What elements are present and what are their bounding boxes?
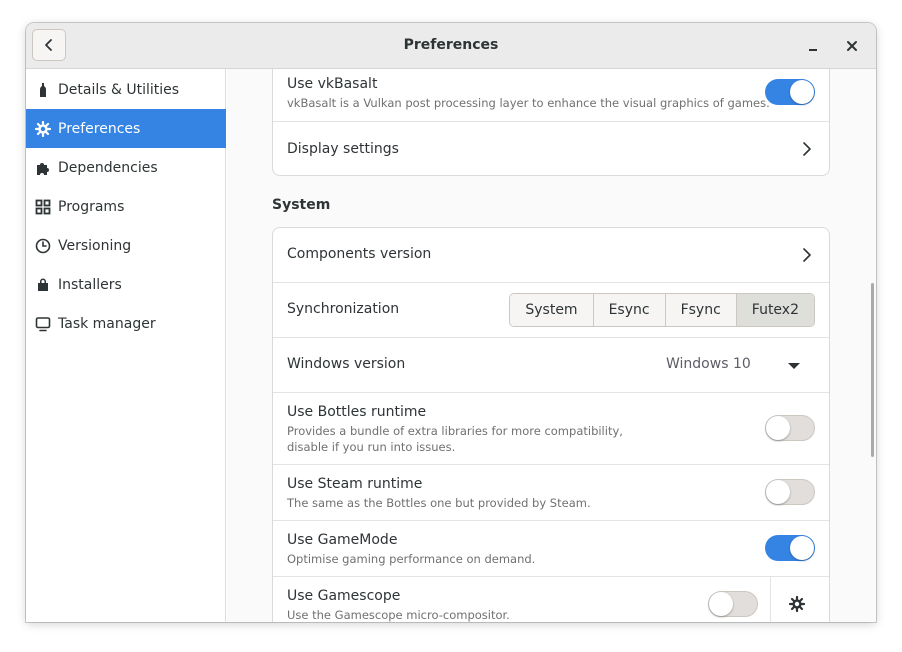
sidebar-item-details-utilities[interactable]: Details & Utilities <box>26 70 226 109</box>
sidebar-item-label: Versioning <box>58 237 132 254</box>
gamescope-subtitle: Use the Gamescope micro-compositor. <box>287 608 510 622</box>
monitor-icon <box>35 316 51 332</box>
puzzle-icon <box>35 160 51 176</box>
bottles-runtime-row: Use Bottles runtime Provides a bundle of… <box>273 393 829 465</box>
gear-icon <box>789 596 805 612</box>
synchronization-row: Synchronization System Esync Fsync Futex… <box>273 283 829 338</box>
display-settings-title: Display settings <box>287 141 399 157</box>
sidebar-item-versioning[interactable]: Versioning <box>26 226 226 265</box>
steam-runtime-title: Use Steam runtime <box>287 476 423 492</box>
switch-knob <box>790 80 814 104</box>
gamescope-switch[interactable] <box>708 591 758 617</box>
bag-icon <box>35 277 51 293</box>
sidebar-item-preferences[interactable]: Preferences <box>26 109 226 148</box>
preferences-window: Preferences Details & Utilities Preferen… <box>26 23 876 622</box>
gear-icon <box>35 120 51 137</box>
steam-runtime-row: Use Steam runtime The same as the Bottle… <box>273 465 829 521</box>
switch-knob <box>766 480 790 504</box>
sidebar: Details & Utilities Preferences Dependen… <box>26 69 226 622</box>
chevron-right-icon <box>803 142 811 156</box>
close-button[interactable] <box>840 34 864 58</box>
windows-version-row[interactable]: Windows version Windows 10 <box>273 338 829 393</box>
windows-version-title: Windows version <box>287 356 406 372</box>
minimize-button[interactable] <box>801 34 825 58</box>
display-settings-row[interactable]: Display settings <box>273 122 829 176</box>
sidebar-item-dependencies[interactable]: Dependencies <box>26 148 226 187</box>
clock-icon <box>35 238 51 254</box>
bottle-icon <box>35 82 51 98</box>
bottles-runtime-switch[interactable] <box>765 415 815 441</box>
sidebar-item-task-manager[interactable]: Task manager <box>26 304 226 343</box>
close-icon <box>847 41 857 51</box>
synchronization-title: Synchronization <box>287 301 400 317</box>
components-version-title: Components version <box>287 246 432 262</box>
window-title: Preferences <box>403 37 499 53</box>
row-divider <box>770 577 771 622</box>
gamescope-title: Use Gamescope <box>287 588 401 604</box>
sync-option-esync[interactable]: Esync <box>593 294 666 326</box>
sidebar-item-programs[interactable]: Programs <box>26 187 226 226</box>
graphics-card: Use vkBasalt vkBasalt is a Vulkan post p… <box>272 69 830 176</box>
bottles-runtime-title: Use Bottles runtime <box>287 404 427 420</box>
vkbasalt-row: Use vkBasalt vkBasalt is a Vulkan post p… <box>273 69 829 122</box>
gamescope-settings-button[interactable] <box>781 590 813 618</box>
preferences-content: Use vkBasalt vkBasalt is a Vulkan post p… <box>227 69 876 622</box>
system-section-title: System <box>272 197 331 213</box>
bottles-runtime-subtitle-line2: disable if you run into issues. <box>287 440 456 454</box>
scrollbar[interactable] <box>871 283 874 457</box>
gamemode-row: Use GameMode Optimise gaming performance… <box>273 521 829 577</box>
bottles-runtime-subtitle-line1: Provides a bundle of extra libraries for… <box>287 424 623 438</box>
dropdown-arrow-icon[interactable] <box>787 361 801 371</box>
vkbasalt-subtitle: vkBasalt is a Vulkan post processing lay… <box>287 96 770 110</box>
sidebar-item-label: Task manager <box>58 315 156 332</box>
sidebar-item-installers[interactable]: Installers <box>26 265 226 304</box>
vkbasalt-switch[interactable] <box>765 79 815 105</box>
chevron-right-icon <box>803 248 811 262</box>
switch-knob <box>790 536 814 560</box>
gamescope-row: Use Gamescope Use the Gamescope micro-co… <box>273 577 829 622</box>
switch-knob <box>766 416 790 440</box>
steam-runtime-subtitle: The same as the Bottles one but provided… <box>287 496 591 510</box>
switch-knob <box>709 592 733 616</box>
sidebar-item-label: Installers <box>58 276 122 293</box>
sidebar-item-label: Dependencies <box>58 159 158 176</box>
gamemode-switch[interactable] <box>765 535 815 561</box>
sidebar-item-label: Details & Utilities <box>58 81 180 98</box>
sidebar-item-label: Programs <box>58 198 125 215</box>
steam-runtime-switch[interactable] <box>765 479 815 505</box>
sync-option-futex2[interactable]: Futex2 <box>736 294 814 326</box>
sync-option-fsync[interactable]: Fsync <box>665 294 737 326</box>
sync-option-system[interactable]: System <box>510 294 594 326</box>
components-version-row[interactable]: Components version <box>273 228 829 283</box>
sidebar-item-label: Preferences <box>58 120 141 137</box>
gamemode-title: Use GameMode <box>287 532 398 548</box>
synchronization-selector: System Esync Fsync Futex2 <box>509 293 815 327</box>
gamemode-subtitle: Optimise gaming performance on demand. <box>287 552 536 566</box>
system-card: Components version Synchronization Syste… <box>272 227 830 622</box>
header-bar: Preferences <box>26 23 876 69</box>
grid-icon <box>35 199 51 215</box>
windows-version-value[interactable]: Windows 10 <box>666 356 751 372</box>
vkbasalt-title: Use vkBasalt <box>287 76 378 92</box>
minimize-icon <box>809 49 817 51</box>
